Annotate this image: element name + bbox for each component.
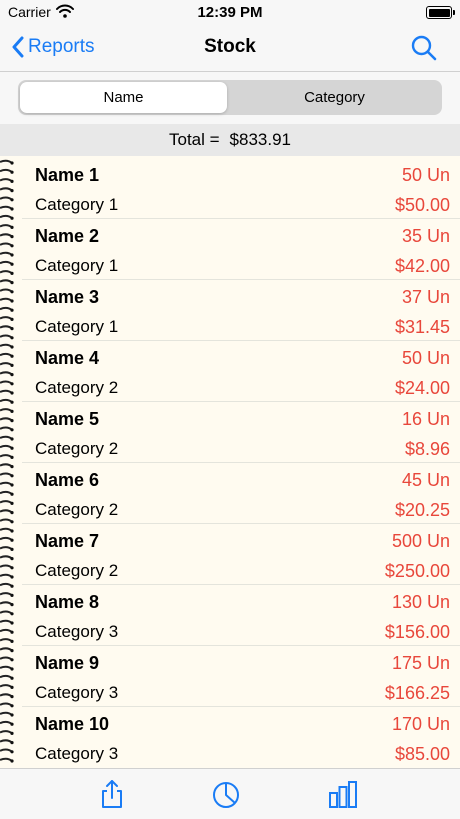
list-item[interactable]: Name 3 37 Un Category 1 $31.45 (22, 279, 460, 341)
item-name: Name 2 (35, 226, 100, 246)
item-name: Name 6 (35, 470, 100, 490)
item-name: Name 8 (35, 592, 100, 612)
navigation-bar: Reports Stock (0, 24, 460, 72)
item-name: Name 7 (35, 531, 100, 551)
item-category: Category 2 (35, 439, 119, 458)
total-bar: Total = $833.91 (0, 124, 460, 156)
list-item[interactable]: Name 5 16 Un Category 2 $8.96 (22, 401, 460, 463)
item-price: $166.25 (384, 683, 450, 703)
item-category: Category 1 (35, 256, 119, 275)
item-price: $8.96 (404, 439, 450, 459)
list-item[interactable]: Name 1 50 Un Category 1 $50.00 (22, 157, 460, 219)
back-button-label: Reports (28, 36, 95, 57)
total-amount: $833.91 (229, 130, 291, 149)
item-price: $24.00 (394, 378, 450, 398)
total-label: Total = (168, 130, 220, 149)
share-icon[interactable] (97, 779, 127, 809)
pie-chart-icon[interactable] (211, 779, 241, 809)
item-name: Name 10 (35, 714, 110, 734)
item-units: 170 Un (391, 714, 450, 734)
list-item[interactable]: Name 2 35 Un Category 1 $42.00 (22, 218, 460, 280)
item-name: Name 1 (35, 165, 100, 185)
back-button[interactable]: Reports (12, 34, 95, 60)
item-units: 16 Un (401, 409, 450, 429)
item-category: Category 3 (35, 744, 119, 763)
bar-chart-icon[interactable] (328, 779, 358, 809)
item-name: Name 9 (35, 653, 100, 673)
search-icon[interactable] (410, 34, 438, 62)
item-category: Category 2 (35, 500, 119, 519)
item-units: 50 Un (401, 348, 450, 368)
spiral-binding (0, 159, 14, 763)
item-units: 50 Un (401, 165, 450, 185)
item-units: 500 Un (391, 531, 450, 551)
list-item[interactable]: Name 8 130 Un Category 3 $156.00 (22, 584, 460, 646)
item-price: $31.45 (394, 317, 450, 337)
item-units: 130 Un (391, 592, 450, 612)
list-item[interactable]: Name 4 50 Un Category 2 $24.00 (22, 340, 460, 402)
segment-area: Name Category (0, 72, 460, 124)
item-price: $50.00 (394, 195, 450, 215)
item-price: $156.00 (384, 622, 450, 642)
item-name: Name 5 (35, 409, 100, 429)
item-category: Category 2 (35, 378, 119, 397)
stock-list[interactable]: Name 1 50 Un Category 1 $50.00 Name 2 35 Un Ca… (0, 157, 460, 767)
item-units: 37 Un (401, 287, 450, 307)
battery-icon (426, 6, 455, 19)
item-category: Category 2 (35, 561, 119, 580)
item-price: $42.00 (394, 256, 450, 276)
item-name: Name 3 (35, 287, 100, 307)
list-item[interactable]: Name 6 45 Un Category 2 $20.25 (22, 462, 460, 524)
item-category: Category 3 (35, 622, 119, 641)
list-item[interactable]: Name 7 500 Un Category 2 $250.00 (22, 523, 460, 585)
bottom-toolbar (0, 768, 460, 819)
segment-category[interactable]: Category (229, 82, 440, 113)
item-price: $85.00 (394, 744, 450, 764)
sort-segmented-control: Name Category (18, 80, 442, 115)
item-price: $20.25 (394, 500, 450, 520)
status-bar: Carrier 12:39 PM (0, 0, 460, 24)
item-units: 35 Un (401, 226, 450, 246)
status-time: 12:39 PM (197, 4, 263, 21)
item-category: Category 3 (35, 683, 119, 702)
item-category: Category 1 (35, 317, 119, 336)
item-units: 45 Un (401, 470, 450, 490)
item-category: Category 1 (35, 195, 119, 214)
list-item[interactable]: Name 10 170 Un Category 3 $85.00 (22, 706, 460, 767)
segment-name[interactable]: Name (20, 82, 227, 113)
chevron-left-icon (12, 36, 24, 58)
item-units: 175 Un (391, 653, 450, 673)
item-name: Name 4 (35, 348, 100, 368)
item-price: $250.00 (384, 561, 450, 581)
list-item[interactable]: Name 9 175 Un Category 3 $166.25 (22, 645, 460, 707)
